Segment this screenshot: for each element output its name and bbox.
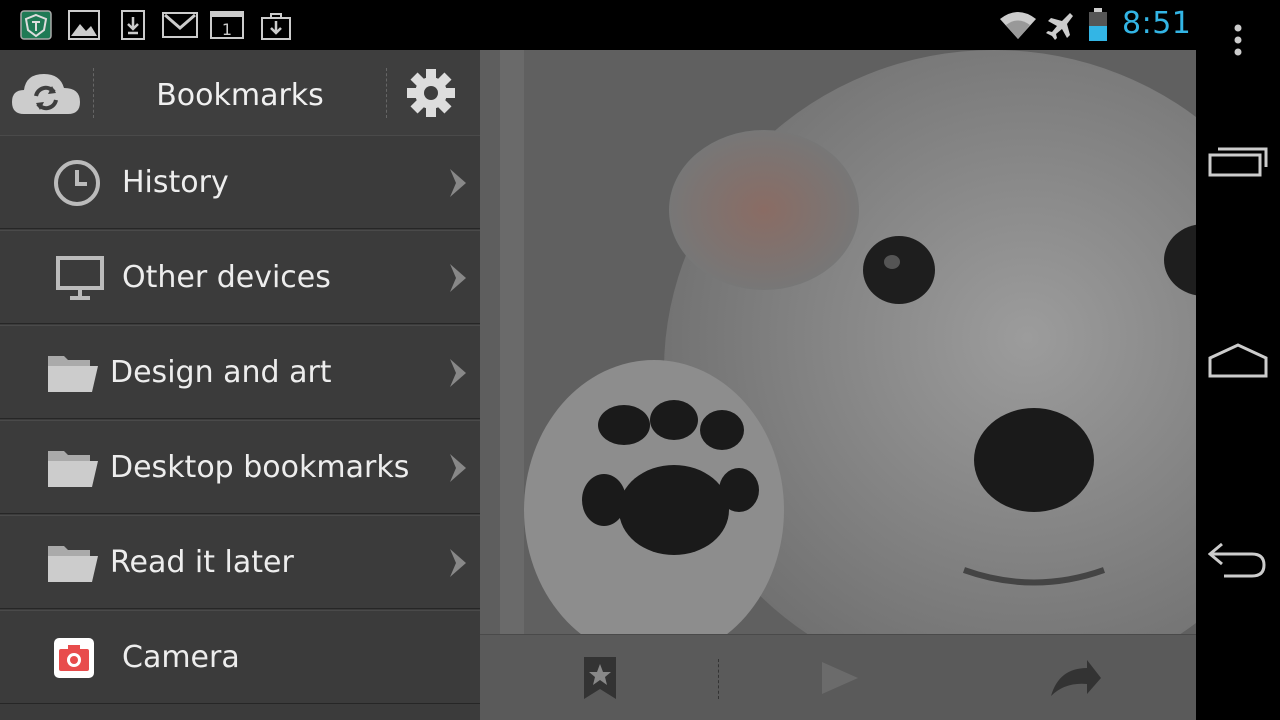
download-icon: [120, 10, 146, 44]
back-icon[interactable]: [1196, 530, 1280, 590]
share-curved-arrow-icon[interactable]: [1048, 635, 1104, 720]
drawer-item-desktop-bookmarks[interactable]: Desktop bookmarks: [0, 420, 480, 514]
folder-icon: [46, 326, 100, 420]
chevron-right-icon: [446, 326, 470, 420]
drawer-item-label: Other devices: [122, 260, 331, 295]
home-icon[interactable]: [1196, 330, 1280, 390]
bookmark-star-icon[interactable]: [580, 635, 620, 720]
header-divider-left: [93, 68, 94, 118]
drawer-item-other-devices[interactable]: Other devices: [0, 230, 480, 324]
header-divider-right: [386, 68, 387, 118]
drawer-header: Bookmarks: [0, 50, 480, 136]
chevron-right-icon: [446, 421, 470, 515]
overflow-menu-icon[interactable]: [1196, 20, 1280, 60]
wifi-icon: [998, 10, 1038, 44]
settings-gear-icon[interactable]: [406, 68, 456, 122]
shield-app-icon: [20, 10, 52, 44]
chevron-right-icon: [446, 231, 470, 325]
calendar-day-text: 1: [222, 20, 232, 39]
calendar-icon: 1: [210, 10, 244, 44]
status-bar: 1 8:51: [0, 0, 1196, 50]
camera-app-icon: [54, 611, 94, 705]
folder-icon: [46, 516, 100, 610]
system-nav-bar: [1196, 0, 1280, 720]
gmail-icon: [162, 10, 198, 44]
drawer-item-label: History: [122, 165, 229, 200]
browser-toolbar: [480, 634, 1196, 720]
content-edge-stripe: [500, 50, 524, 634]
clock-icon: [52, 136, 102, 230]
battery-icon: [1088, 8, 1108, 46]
toolbar-divider: [718, 659, 719, 699]
cloud-sync-icon[interactable]: [10, 66, 82, 122]
drawer-item-label: Design and art: [110, 355, 332, 390]
folder-icon: [46, 421, 100, 515]
forward-play-icon[interactable]: [815, 635, 865, 720]
puppy-photo[interactable]: [524, 50, 1196, 634]
drawer-item-design-and-art[interactable]: Design and art: [0, 325, 480, 419]
drawer-item-label: Camera: [122, 640, 240, 675]
drawer-item-history[interactable]: History: [0, 135, 480, 229]
drawer-title: Bookmarks: [156, 78, 324, 113]
drawer-item-read-it-later[interactable]: Read it later: [0, 515, 480, 609]
drawer-item-camera[interactable]: Camera: [0, 610, 480, 704]
recent-apps-icon[interactable]: [1196, 130, 1280, 190]
drawer-item-label: Read it later: [110, 545, 294, 580]
bookmarks-drawer: Bookmarks History Other devices Design a…: [0, 50, 480, 720]
chevron-right-icon: [446, 516, 470, 610]
airplane-mode-icon: [1044, 10, 1074, 44]
image-icon: [68, 10, 100, 44]
drawer-item-label: Desktop bookmarks: [110, 450, 410, 485]
chevron-right-icon: [446, 136, 470, 230]
monitor-icon: [56, 231, 104, 325]
download-bag-icon: [260, 10, 292, 44]
web-content[interactable]: [480, 50, 1196, 720]
status-time: 8:51: [1122, 6, 1192, 41]
